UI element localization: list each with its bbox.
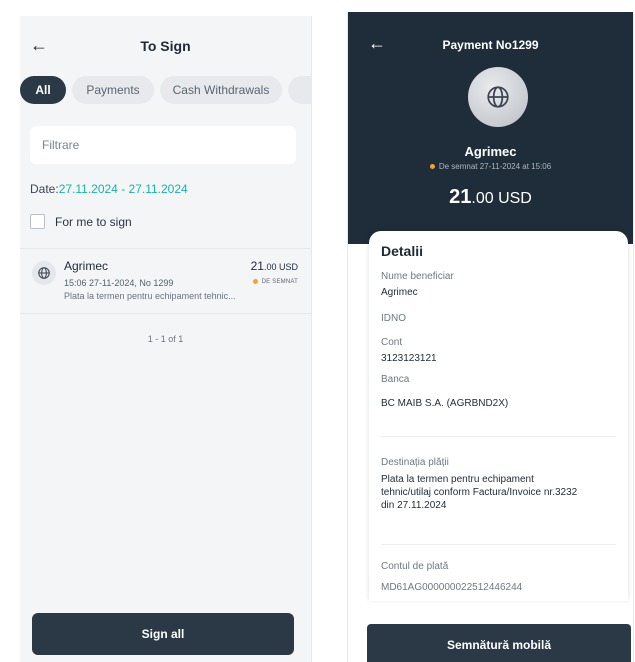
account-label: Cont xyxy=(381,337,403,348)
beneficiary-label: Nume beneficiar xyxy=(381,271,454,282)
purpose-line-3: din 27.11.2024 xyxy=(381,500,447,511)
payer-account-label: Contul de plată xyxy=(381,561,449,572)
tab-payments[interactable]: Payments xyxy=(72,76,154,104)
tab-all[interactable]: All xyxy=(20,76,66,104)
item-amount-currency: .00 USD xyxy=(263,262,298,272)
amount-currency: .00 USD xyxy=(471,190,532,207)
date-label: Date: xyxy=(30,182,59,196)
header: ← To Sign xyxy=(20,16,311,72)
filter-input[interactable] xyxy=(30,126,296,164)
payment-detail-screen: ← Payment No1299 Agrimec De semnat 27-11… xyxy=(347,12,634,662)
beneficiary-value: Agrimec xyxy=(381,287,418,298)
sign-all-button[interactable]: Sign all xyxy=(32,613,294,655)
bank-value: BC MAIB S.A. (AGRBND2X) xyxy=(381,398,509,409)
tab-cash-withdrawals[interactable]: Cash Withdrawals xyxy=(160,76,282,104)
payment-status: De semnat 27-11-2024 at 15:06 xyxy=(348,162,633,171)
item-amount: 21.00 USD xyxy=(251,259,298,273)
details-card: Detalii Nume beneficiar Agrimec IDNO Con… xyxy=(369,231,628,601)
item-amount-int: 21 xyxy=(250,259,264,273)
payment-status-text: De semnat 27-11-2024 at 15:06 xyxy=(438,162,552,171)
globe-icon xyxy=(32,261,56,285)
globe-icon xyxy=(487,86,509,108)
page-title: To Sign xyxy=(140,38,191,54)
payer-account-value: MD61AG000000022512446244 xyxy=(381,582,523,593)
to-sign-screen: ← To Sign All Payments Cash Withdrawals … xyxy=(20,16,312,662)
mobile-signature-button[interactable]: Semnătură mobilă xyxy=(367,624,631,662)
idno-label: IDNO xyxy=(381,313,406,324)
amount-int: 21 xyxy=(449,186,472,208)
details-title: Detalii xyxy=(381,243,424,259)
tab-more[interactable] xyxy=(288,76,311,104)
divider xyxy=(381,544,616,545)
item-meta: 15:06 27-11-2024, No 1299 xyxy=(64,278,174,288)
pagination: 1 - 1 of 1 xyxy=(147,334,184,344)
bank-label: Banca xyxy=(381,374,410,385)
status-dot-icon xyxy=(429,164,435,170)
status-dot-icon xyxy=(252,279,258,284)
purpose-line-2: tehnic/utilaj conform Factura/Invoice nr… xyxy=(381,487,578,498)
date-range: Date:27.11.2024 - 27.11.2024 xyxy=(30,182,188,196)
purpose-line-1: Plata la termen pentru echipament xyxy=(381,474,534,485)
account-value: 3123123121 xyxy=(381,353,437,364)
divider xyxy=(381,436,616,437)
payment-amount: 21.00 USD xyxy=(348,186,633,209)
avatar xyxy=(468,67,528,127)
item-name: Agrimec xyxy=(64,259,109,273)
checkbox-box[interactable] xyxy=(30,214,45,229)
company-name: Agrimec xyxy=(464,144,517,159)
status-badge: DE SEMNAT xyxy=(252,279,298,286)
status-text: DE SEMNAT xyxy=(261,279,298,286)
purpose-label: Destinația plății xyxy=(381,457,449,468)
payment-header: ← Payment No1299 Agrimec De semnat 27-11… xyxy=(348,12,633,244)
checkbox-label: For me to sign xyxy=(55,214,132,229)
filter-field[interactable] xyxy=(30,126,296,164)
page-title: Payment No1299 xyxy=(442,38,539,52)
date-range-value[interactable]: 27.11.2024 - 27.11.2024 xyxy=(59,182,188,196)
item-description: Plata la termen pentru echipament tehnic… xyxy=(64,291,236,301)
list-item[interactable]: Agrimec 21.00 USD 15:06 27-11-2024, No 1… xyxy=(20,248,311,314)
for-me-to-sign-checkbox[interactable]: For me to sign xyxy=(30,214,132,229)
